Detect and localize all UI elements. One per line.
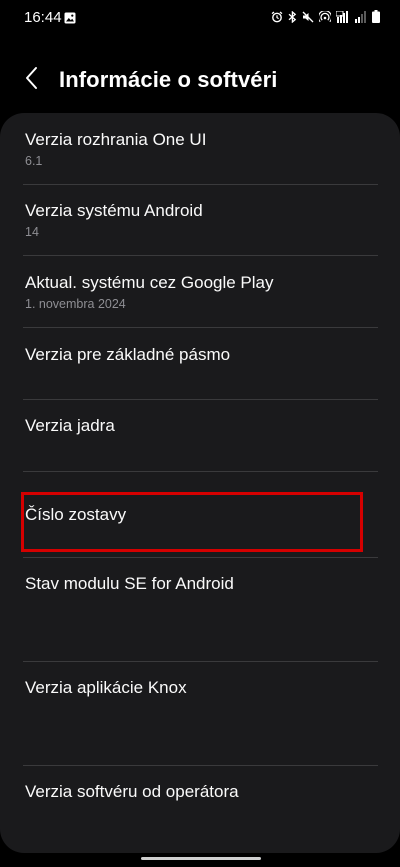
list-item-kernel-version[interactable]: Verzia jadra <box>0 400 400 471</box>
page-title: Informácie o softvéri <box>59 67 278 92</box>
gallery-icon <box>64 11 76 29</box>
item-title: Verzia jadra <box>25 416 115 435</box>
mute-icon <box>302 11 314 23</box>
item-subtitle: 14 <box>25 225 39 239</box>
chevron-left-icon <box>25 66 39 95</box>
highlight-box <box>21 492 363 552</box>
battery-icon <box>372 10 380 23</box>
bluetooth-icon <box>288 10 297 23</box>
hotspot-icon <box>319 10 331 23</box>
software-info-list: Verzia rozhrania One UI 6.1 Verzia systé… <box>0 113 400 853</box>
item-title: Verzia rozhrania One UI <box>25 130 207 149</box>
alarm-icon <box>271 10 283 23</box>
status-bar: 16:44 <box>0 0 400 36</box>
home-indicator <box>141 857 261 860</box>
list-item-knox-version[interactable]: Verzia aplikácie Knox <box>0 662 400 765</box>
list-item-carrier-software-version[interactable]: Verzia softvéru od operátora <box>0 766 400 853</box>
item-title: Verzia aplikácie Knox <box>25 678 187 697</box>
wifi-signal-icon <box>355 10 367 23</box>
item-title: Verzia systému Android <box>25 201 203 220</box>
item-title: Verzia pre základné pásmo <box>25 345 231 364</box>
back-button[interactable] <box>14 62 50 98</box>
item-subtitle: 1. novembra 2024 <box>25 297 126 311</box>
status-icons <box>271 10 380 23</box>
list-item-google-play-update[interactable]: Aktual. systému cez Google Play 1. novem… <box>0 256 400 327</box>
list-item-baseband-version[interactable]: Verzia pre základné pásmo <box>0 328 400 399</box>
status-time: 16:44 <box>24 9 62 26</box>
list-item-one-ui-version[interactable]: Verzia rozhrania One UI 6.1 <box>0 113 400 184</box>
list-item-android-version[interactable]: Verzia systému Android 14 <box>0 185 400 255</box>
list-item-se-android-status[interactable]: Stav modulu SE for Android <box>0 558 400 661</box>
signal-icon <box>336 10 350 23</box>
item-title: Aktual. systému cez Google Play <box>25 273 274 292</box>
item-title: Stav modulu SE for Android <box>25 574 234 593</box>
item-title: Verzia softvéru od operátora <box>25 782 239 801</box>
header: Informácie o softvéri <box>0 50 400 110</box>
item-subtitle: 6.1 <box>25 154 43 168</box>
